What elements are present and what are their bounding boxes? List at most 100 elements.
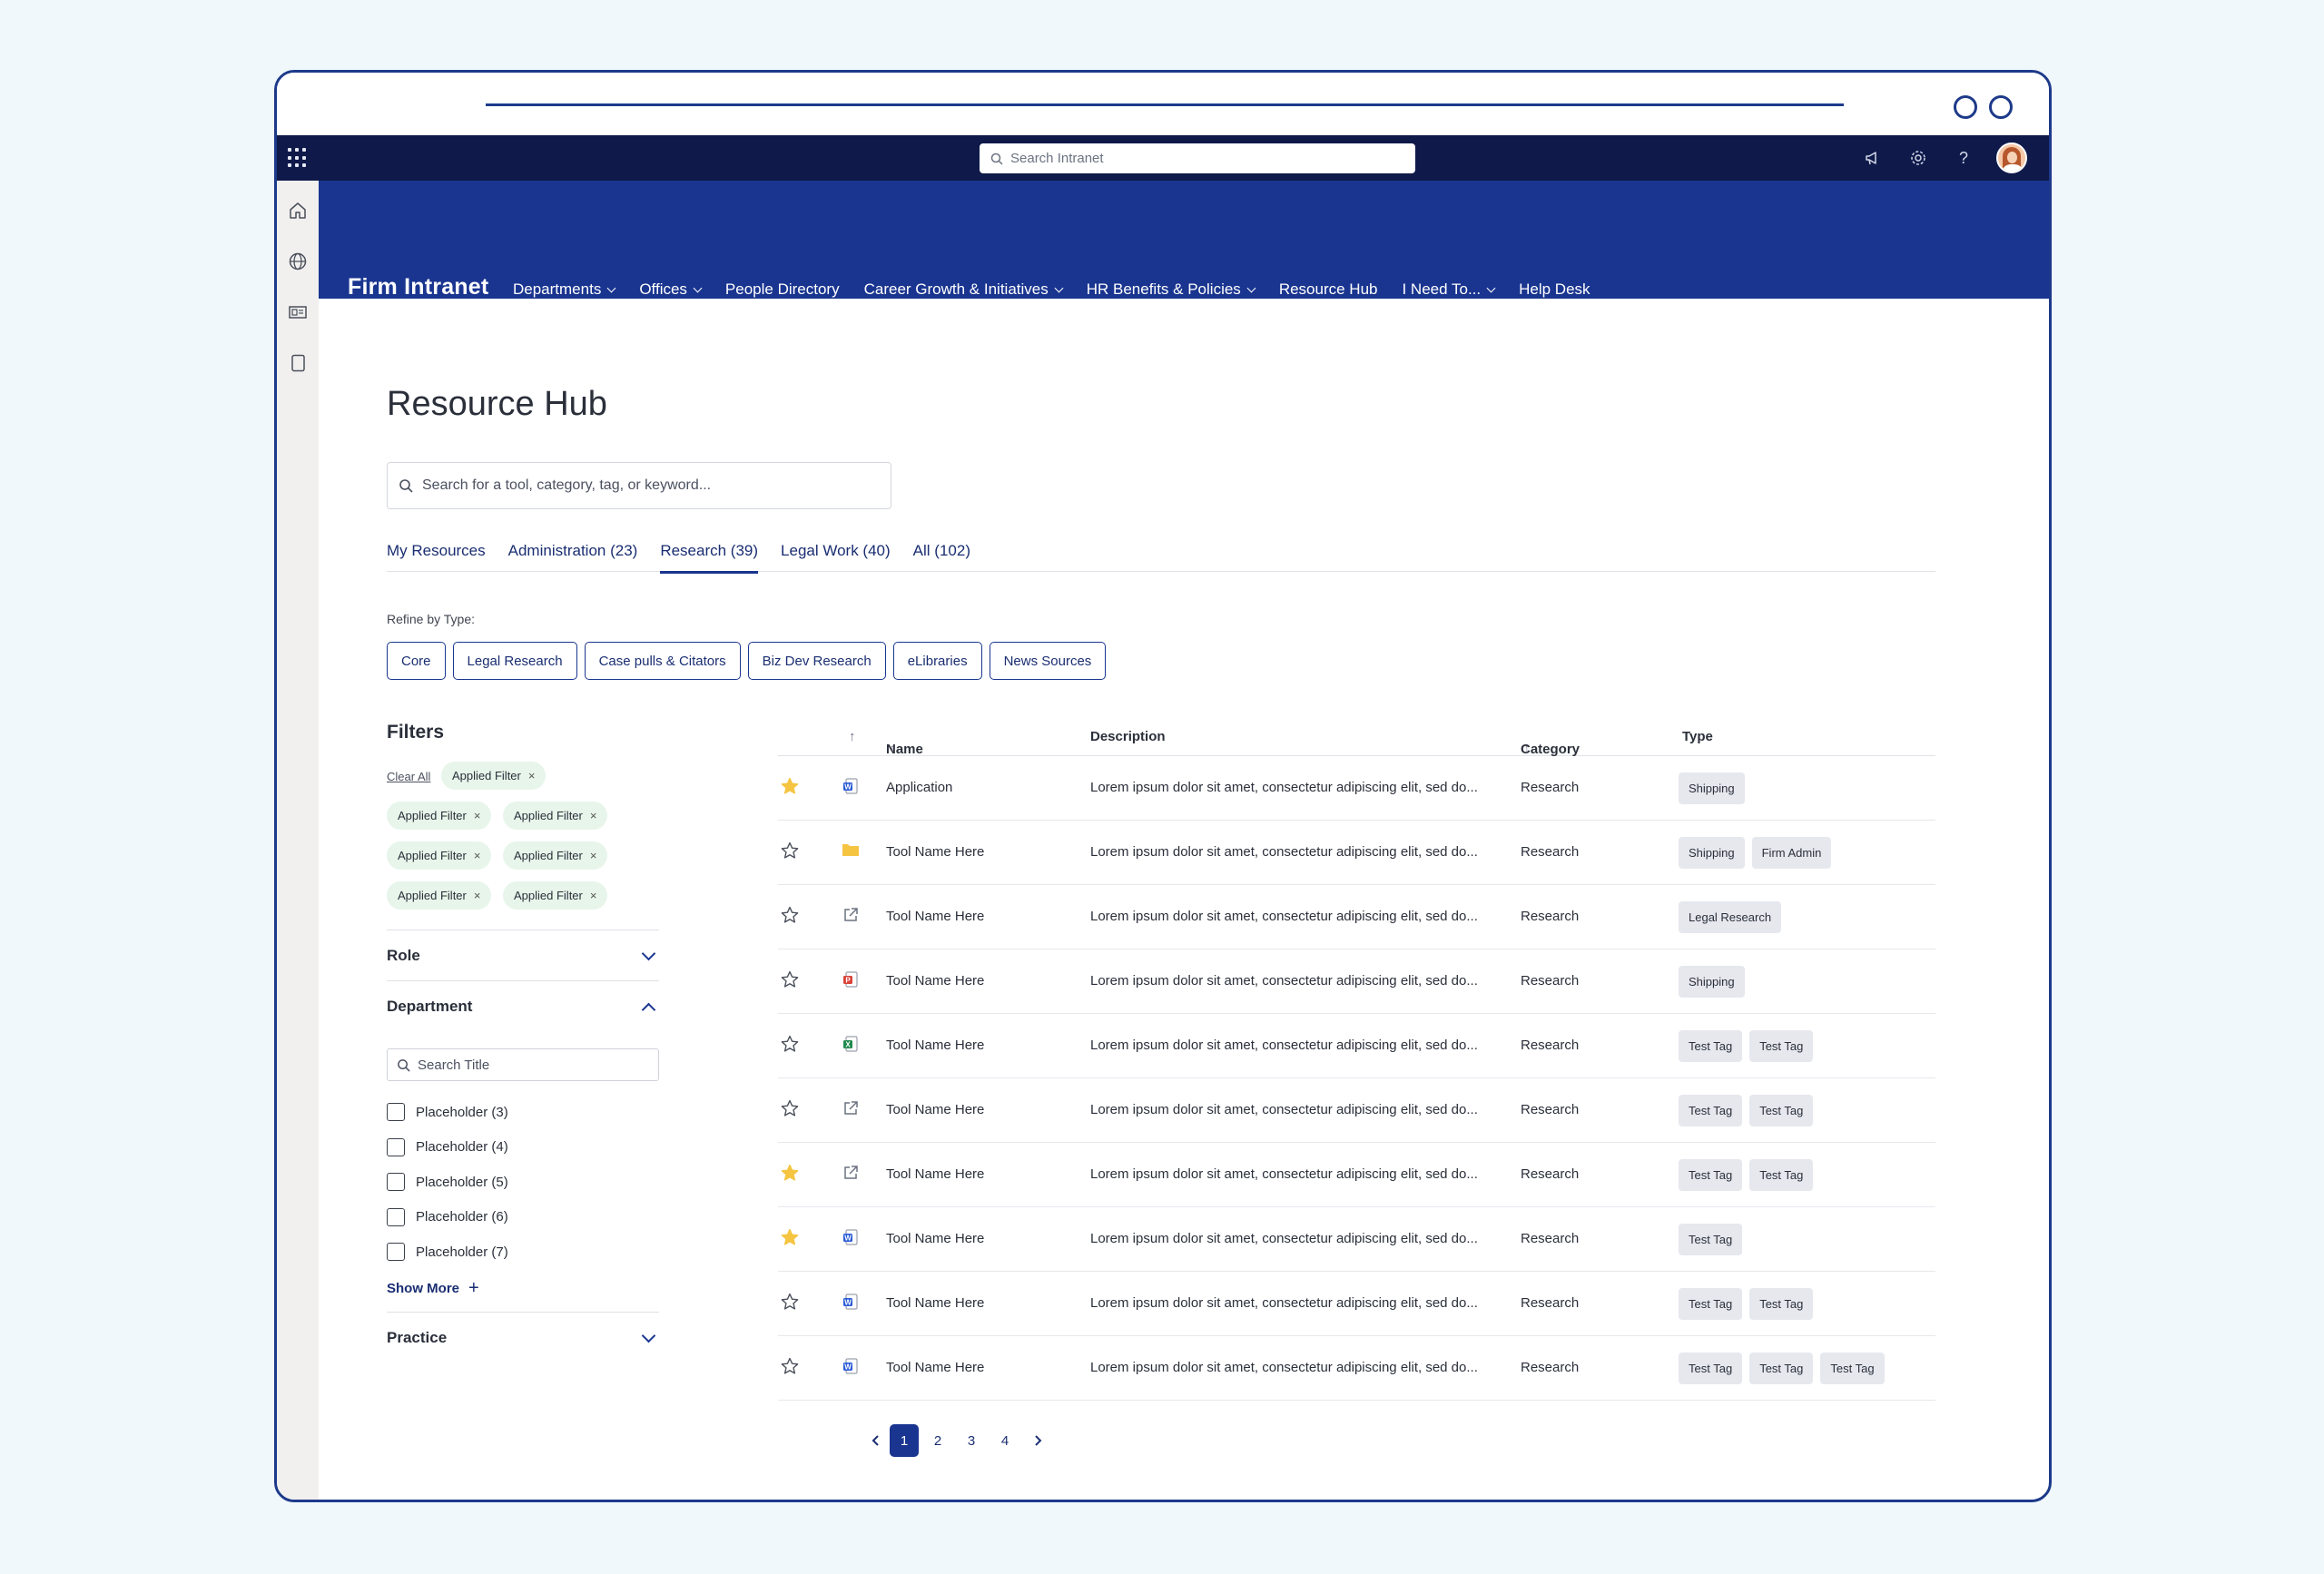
window-control[interactable]	[1989, 95, 2013, 119]
page-button[interactable]: 4	[990, 1424, 1019, 1457]
home-icon[interactable]	[286, 199, 310, 222]
department-accordion[interactable]: Department	[387, 980, 659, 1032]
type-chip[interactable]: eLibraries	[892, 642, 982, 680]
megaphone-icon[interactable]	[1860, 143, 1886, 173]
type-chip[interactable]: Biz Dev Research	[747, 642, 886, 680]
row-name[interactable]: Tool Name Here	[886, 1295, 984, 1311]
star-icon[interactable]	[780, 905, 802, 927]
close-icon[interactable]: ×	[590, 889, 597, 902]
checkbox[interactable]	[387, 1207, 405, 1226]
help-icon[interactable]: ?	[1951, 143, 1976, 173]
applied-filter-chip[interactable]: Applied Filter ×	[503, 802, 608, 830]
table-row[interactable]: Tool Name Here Lorem ipsum dolor sit amet…	[778, 885, 1935, 949]
table-row[interactable]: Tool Name Here Lorem ipsum dolor sit amet…	[778, 1143, 1935, 1207]
nav-item-people-directory[interactable]: People Directory	[725, 280, 840, 299]
row-name[interactable]: Tool Name Here	[886, 1231, 984, 1246]
page-button[interactable]: 1	[890, 1424, 919, 1457]
gear-icon[interactable]	[1905, 143, 1931, 173]
star-filled-icon[interactable]	[780, 776, 802, 798]
table-row[interactable]: X Tool Name Here Lorem ipsum dolor sit ame…	[778, 1014, 1935, 1078]
close-icon[interactable]: ×	[474, 889, 481, 902]
applied-filter-chip[interactable]: Applied Filter ×	[441, 762, 547, 790]
tab-4[interactable]: All (102)	[913, 536, 970, 572]
department-search-input[interactable]: Search Title	[387, 1048, 659, 1081]
news-icon[interactable]	[286, 300, 310, 324]
nav-item-i-need-to[interactable]: I Need To...	[1402, 280, 1496, 299]
row-name[interactable]: Tool Name Here	[886, 1102, 984, 1117]
nav-item-career-growth-initiatives[interactable]: Career Growth & Initiatives	[864, 280, 1064, 299]
window-control[interactable]	[1954, 95, 1977, 119]
brand-title[interactable]: Firm Intranet	[348, 274, 488, 300]
sort-column-header[interactable]: ↑	[849, 729, 856, 744]
star-icon[interactable]	[780, 969, 802, 991]
table-row[interactable]: W Tool Name Here Lorem ipsum dolor sit ame…	[778, 1336, 1935, 1401]
row-name[interactable]: Tool Name Here	[886, 1166, 984, 1182]
row-name[interactable]: Tool Name Here	[886, 909, 984, 924]
nav-item-resource-hub[interactable]: Resource Hub	[1279, 280, 1378, 299]
department-checkbox[interactable]: Placeholder (5)	[387, 1173, 508, 1191]
close-icon[interactable]: ×	[528, 769, 536, 782]
table-row[interactable]: W Tool Name Here Lorem ipsum dolor sit ame…	[778, 1207, 1935, 1272]
clear-all-link[interactable]: Clear All	[387, 770, 430, 783]
app-launcher-icon[interactable]	[288, 148, 308, 168]
applied-filter-chip[interactable]: Applied Filter ×	[503, 841, 608, 870]
row-name[interactable]: Tool Name Here	[886, 1360, 984, 1375]
chevron-right-icon[interactable]	[1024, 1424, 1051, 1457]
star-filled-icon[interactable]	[780, 1163, 802, 1185]
row-name[interactable]: Tool Name Here	[886, 1038, 984, 1053]
department-checkbox[interactable]: Placeholder (3)	[387, 1103, 508, 1121]
applied-filter-chip[interactable]: Applied Filter ×	[387, 841, 492, 870]
row-name[interactable]: Tool Name Here	[886, 844, 984, 860]
star-icon[interactable]	[780, 1034, 802, 1056]
show-more-button[interactable]: Show More +	[387, 1278, 479, 1299]
tab-3[interactable]: Legal Work (40)	[781, 536, 891, 572]
table-row[interactable]: Tool Name Here Lorem ipsum dolor sit amet…	[778, 821, 1935, 885]
document-icon[interactable]	[286, 351, 310, 375]
address-bar[interactable]	[486, 103, 1844, 106]
resource-search-input[interactable]: Search for a tool, category, tag, or key…	[387, 462, 891, 509]
close-icon[interactable]: ×	[590, 809, 597, 822]
role-accordion[interactable]: Role	[387, 930, 659, 981]
tab-0[interactable]: My Resources	[387, 536, 486, 572]
page-button[interactable]: 2	[923, 1424, 952, 1457]
department-checkbox[interactable]: Placeholder (6)	[387, 1207, 508, 1226]
global-search-input[interactable]: Search Intranet	[980, 143, 1415, 173]
row-name[interactable]: Tool Name Here	[886, 973, 984, 989]
table-row[interactable]: W Tool Name Here Lorem ipsum dolor sit ame…	[778, 1272, 1935, 1336]
table-row[interactable]: Tool Name Here Lorem ipsum dolor sit amet…	[778, 1078, 1935, 1143]
nav-item-offices[interactable]: Offices	[639, 280, 703, 299]
applied-filter-chip[interactable]: Applied Filter ×	[387, 881, 492, 910]
checkbox[interactable]	[387, 1137, 405, 1156]
type-chip[interactable]: Legal Research	[452, 642, 577, 680]
nav-item-hr-benefits-policies[interactable]: HR Benefits & Policies	[1087, 280, 1256, 299]
star-icon[interactable]	[780, 841, 802, 862]
department-checkbox[interactable]: Placeholder (4)	[387, 1137, 508, 1156]
practice-accordion[interactable]: Practice	[387, 1312, 659, 1363]
type-chip[interactable]: Case pulls & Citators	[584, 642, 741, 680]
close-icon[interactable]: ×	[474, 809, 481, 822]
tab-2[interactable]: Research (39)	[660, 536, 758, 574]
department-checkbox[interactable]: Placeholder (7)	[387, 1243, 508, 1261]
checkbox[interactable]	[387, 1173, 405, 1191]
checkbox[interactable]	[387, 1243, 405, 1261]
star-filled-icon[interactable]	[780, 1227, 802, 1249]
checkbox[interactable]	[387, 1103, 405, 1121]
star-icon[interactable]	[780, 1098, 802, 1120]
globe-icon[interactable]	[286, 250, 310, 273]
nav-item-help-desk[interactable]: Help Desk	[1519, 280, 1590, 299]
row-name[interactable]: Application	[886, 780, 952, 795]
table-row[interactable]: P Tool Name Here Lorem ipsum dolor sit ame…	[778, 949, 1935, 1014]
type-chip[interactable]: News Sources	[989, 642, 1107, 680]
star-icon[interactable]	[780, 1292, 802, 1313]
avatar[interactable]	[1996, 143, 2027, 173]
close-icon[interactable]: ×	[590, 849, 597, 862]
type-chip[interactable]: Core	[387, 642, 446, 680]
applied-filter-chip[interactable]: Applied Filter ×	[387, 802, 492, 830]
chevron-left-icon[interactable]	[862, 1424, 890, 1457]
applied-filter-chip[interactable]: Applied Filter ×	[503, 881, 608, 910]
table-row[interactable]: W Application Lorem ipsum dolor sit amet, …	[778, 756, 1935, 821]
tab-1[interactable]: Administration (23)	[508, 536, 638, 572]
page-button[interactable]: 3	[957, 1424, 986, 1457]
close-icon[interactable]: ×	[474, 849, 481, 862]
star-icon[interactable]	[780, 1356, 802, 1378]
